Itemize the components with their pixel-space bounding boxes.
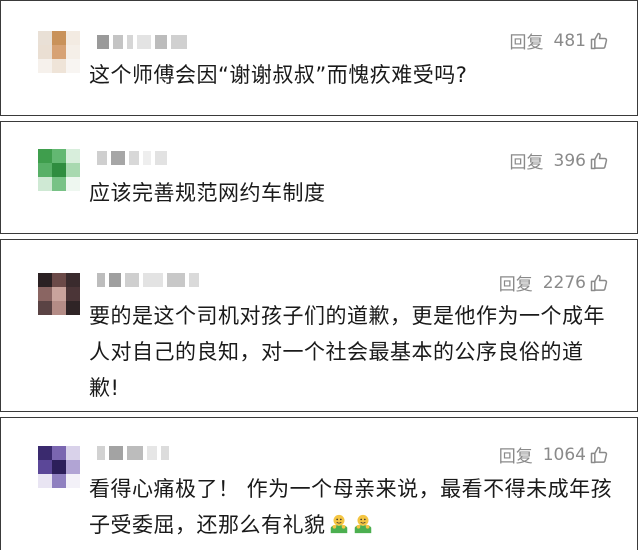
comment-text: 看得心痛极了！ 作为一个母亲来说，最看不得未成年孩子受委屈，还那么有礼貌 <box>89 471 613 543</box>
avatar-pixel <box>38 460 52 474</box>
like-button[interactable]: 481 <box>554 31 609 51</box>
comment-actions: 回复 481 <box>510 28 609 53</box>
comment-card-4: 回复 1064 看得心痛极了！ 作为一个母亲来说，最看不得未成年孩子受委屈，还那… <box>0 417 638 550</box>
avatar-pixel <box>52 177 66 191</box>
avatar-pixel <box>38 177 52 191</box>
comment-card-2: 回复 396 应该完善规范网约车制度 <box>0 121 638 234</box>
avatar-pixel <box>66 446 80 460</box>
avatar-pixel <box>66 59 80 73</box>
avatar-pixel <box>52 163 66 177</box>
avatar[interactable] <box>38 273 80 315</box>
thumbs-up-icon <box>590 446 608 463</box>
comment-card-3: 回复 2276 要的是这个司机对孩子们的道歉，更是他作为一个成年人对自己的良知，… <box>0 239 638 412</box>
thumbs-up-icon <box>590 152 608 169</box>
avatar-pixel <box>52 59 66 73</box>
avatar-pixel <box>52 301 66 315</box>
comment-card-1: 回复 481 这个师傅会因“谢谢叔叔”而愧疚难受吗? <box>0 0 638 116</box>
like-count: 481 <box>553 30 586 51</box>
username-blurred[interactable] <box>97 33 187 51</box>
reply-button[interactable]: 回复 <box>499 442 533 467</box>
reply-button[interactable]: 回复 <box>510 148 544 173</box>
thumbs-up-icon <box>590 32 608 49</box>
like-button[interactable]: 396 <box>554 151 609 171</box>
like-count: 2276 <box>542 272 586 293</box>
avatar-pixel <box>66 149 80 163</box>
avatar[interactable] <box>38 31 80 73</box>
hug-emoji-icon <box>354 514 371 534</box>
avatar-pixel <box>52 149 66 163</box>
like-count: 396 <box>553 150 586 171</box>
avatar-pixel <box>66 273 80 287</box>
username-blurred[interactable] <box>97 271 199 289</box>
avatar-pixel <box>38 31 52 45</box>
comment-text: 要的是这个司机对孩子们的道歉，更是他作为一个成年人对自己的良知，对一个社会最基本… <box>89 304 605 400</box>
avatar-pixel <box>66 301 80 315</box>
username-blurred[interactable] <box>97 149 167 167</box>
avatar-pixel <box>52 287 66 301</box>
avatar-pixel <box>38 149 52 163</box>
avatar-pixel <box>66 474 80 488</box>
avatar-pixel <box>38 163 52 177</box>
avatar-pixel <box>38 273 52 287</box>
username-blurred[interactable] <box>97 444 169 462</box>
avatar[interactable] <box>38 446 80 488</box>
avatar-pixel <box>66 177 80 191</box>
avatar-pixel <box>66 163 80 177</box>
like-button[interactable]: 1064 <box>543 445 609 465</box>
avatar-pixel <box>52 31 66 45</box>
reply-button[interactable]: 回复 <box>510 28 544 53</box>
avatar-pixel <box>52 273 66 287</box>
avatar-pixel <box>52 460 66 474</box>
hug-emoji-icon <box>330 514 347 534</box>
avatar-pixel <box>52 446 66 460</box>
avatar-pixel <box>38 45 52 59</box>
avatar-pixel <box>38 287 52 301</box>
avatar-pixel <box>66 287 80 301</box>
comment-actions: 回复 2276 <box>499 270 609 295</box>
comment-text: 这个师傅会因“谢谢叔叔”而愧疚难受吗? <box>89 63 468 87</box>
avatar-pixel <box>38 301 52 315</box>
avatar-pixel <box>52 45 66 59</box>
like-button[interactable]: 2276 <box>543 273 609 293</box>
avatar-pixel <box>66 460 80 474</box>
avatar-pixel <box>66 31 80 45</box>
avatar[interactable] <box>38 149 80 191</box>
comment-actions: 回复 1064 <box>499 442 609 467</box>
comment-text: 应该完善规范网约车制度 <box>89 181 326 205</box>
avatar-pixel <box>66 45 80 59</box>
comment-actions: 回复 396 <box>510 148 609 173</box>
avatar-pixel <box>38 59 52 73</box>
avatar-pixel <box>38 446 52 460</box>
avatar-pixel <box>52 474 66 488</box>
thumbs-up-icon <box>590 274 608 291</box>
reply-button[interactable]: 回复 <box>499 270 533 295</box>
avatar-pixel <box>38 474 52 488</box>
like-count: 1064 <box>542 444 586 465</box>
